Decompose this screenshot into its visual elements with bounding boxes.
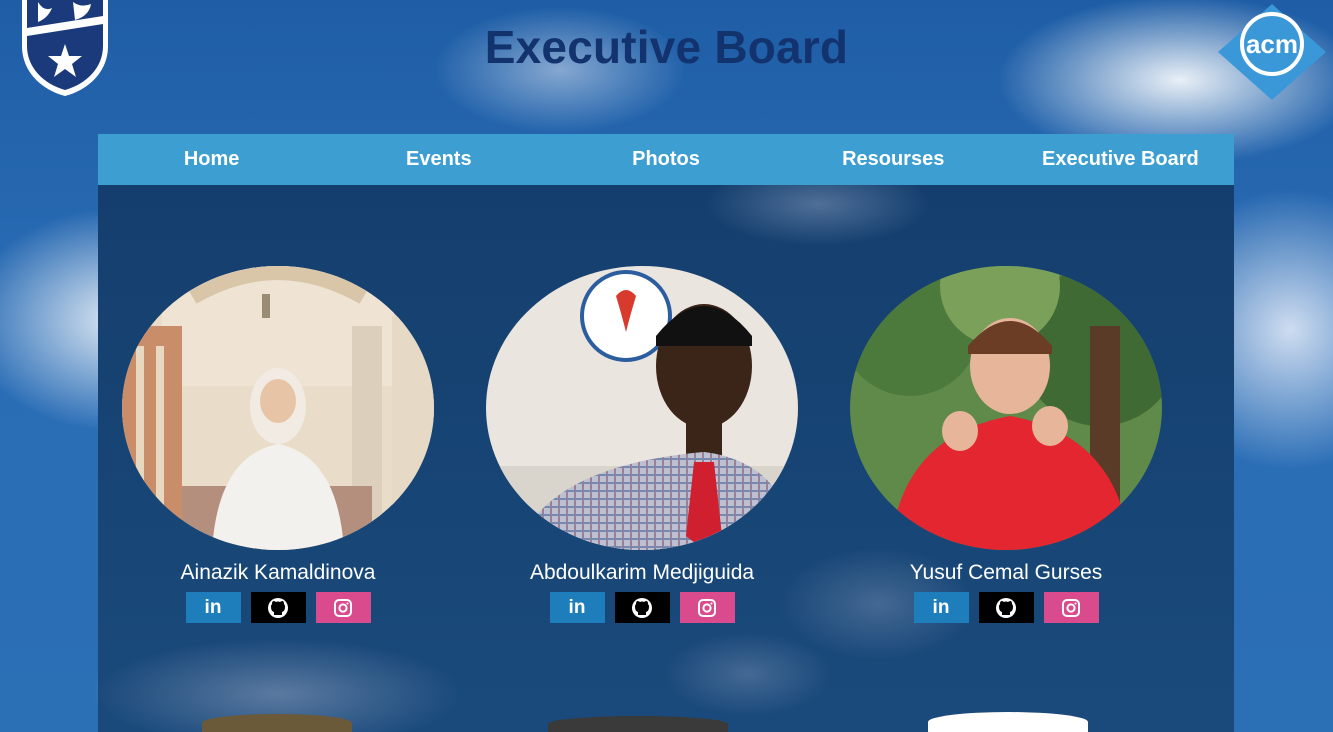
social-links: in (850, 592, 1162, 623)
member-photo-image (122, 266, 434, 550)
member-card: Yusuf Cemal Gurses in (850, 266, 1162, 623)
nav-photos[interactable]: Photos (552, 148, 779, 171)
github-button[interactable] (250, 592, 306, 623)
github-icon (268, 597, 288, 618)
instagram-icon (698, 598, 716, 617)
member-photo (122, 266, 434, 550)
instagram-button[interactable] (679, 592, 735, 623)
content-panel: Home Events Photos Resourses Executive B… (98, 134, 1234, 732)
member-photo (850, 266, 1162, 550)
member-name: Ainazik Kamaldinova (180, 561, 376, 584)
member-photo-partial (548, 716, 728, 732)
instagram-icon (334, 598, 352, 617)
member-photo-partial (928, 712, 1088, 732)
member-photo (486, 266, 798, 550)
main-nav: Home Events Photos Resourses Executive B… (98, 134, 1234, 185)
member-photo-partial (202, 714, 352, 732)
linkedin-button[interactable]: in (185, 592, 241, 623)
member-name: Yusuf Cemal Gurses (909, 561, 1103, 584)
social-links: in (122, 592, 434, 623)
nav-home[interactable]: Home (98, 148, 325, 171)
member-card: Ainazik Kamaldinova in (122, 266, 434, 623)
linkedin-button[interactable]: in (549, 592, 605, 623)
social-links: in (486, 592, 798, 623)
nav-executive-board[interactable]: Executive Board (1007, 148, 1234, 171)
page-title: Executive Board (484, 21, 849, 73)
github-icon (996, 597, 1016, 618)
instagram-button[interactable] (315, 592, 371, 623)
instagram-button[interactable] (1043, 592, 1099, 623)
instagram-icon (1062, 598, 1080, 617)
nav-events[interactable]: Events (325, 148, 552, 171)
nav-resources[interactable]: Resourses (780, 148, 1007, 171)
github-button[interactable] (978, 592, 1034, 623)
acm-logo-icon[interactable]: acm (1216, 2, 1328, 102)
github-button[interactable] (614, 592, 670, 623)
member-card: Abdoulkarim Medjiguida in (486, 266, 798, 623)
acm-logo-text: acm (1246, 29, 1298, 59)
member-photo-image (486, 266, 798, 550)
member-name: Abdoulkarim Medjiguida (529, 561, 755, 584)
linkedin-button[interactable]: in (913, 592, 969, 623)
github-icon (632, 597, 652, 618)
member-photo-image (850, 266, 1162, 550)
